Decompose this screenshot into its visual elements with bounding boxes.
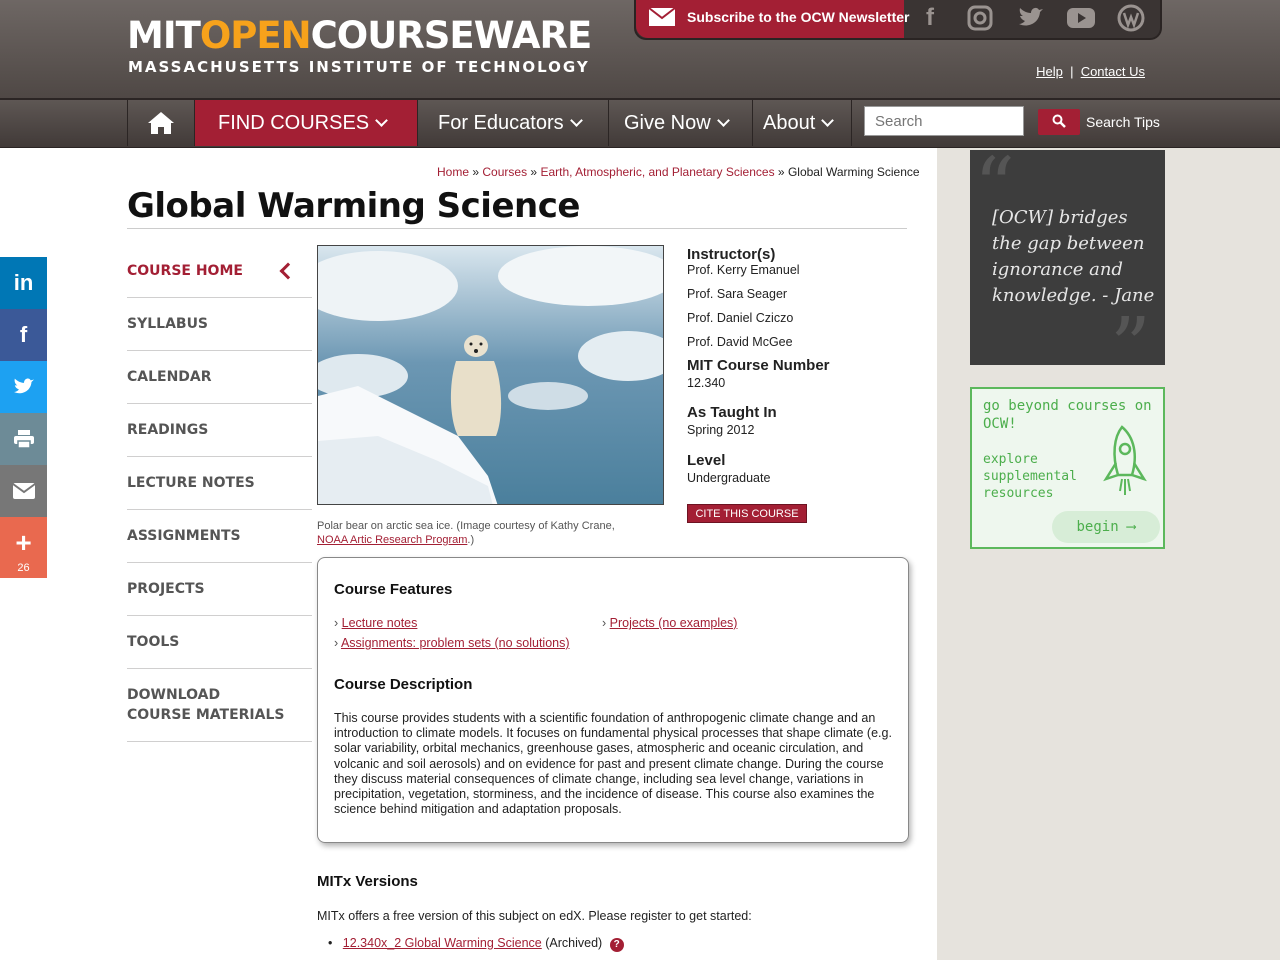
image-caption: Polar bear on arctic sea ice. (Image cou… [317, 520, 615, 546]
share-print[interactable] [0, 413, 47, 465]
help-icon[interactable]: ? [609, 938, 624, 952]
nav-for-educators[interactable]: For Educators [417, 100, 608, 146]
youtube-icon[interactable] [1063, 2, 1099, 34]
utility-bar: Subscribe to the OCW Newsletter f [634, 0, 1162, 40]
facebook-icon[interactable]: f [912, 2, 948, 34]
twitter-icon[interactable] [1013, 2, 1049, 34]
features-title: Course Features [334, 581, 453, 598]
nav-about[interactable]: About [752, 100, 852, 146]
home-button[interactable] [127, 100, 194, 146]
subscribe-label: Subscribe to the OCW Newsletter [687, 9, 910, 25]
subscribe-button[interactable]: Subscribe to the OCW Newsletter [636, 0, 909, 38]
share-facebook[interactable]: f [0, 309, 47, 361]
share-email[interactable] [0, 465, 47, 517]
search-input[interactable] [864, 106, 1024, 136]
level-label: Level [687, 452, 726, 469]
explore-text: explore supplemental resources [983, 452, 1077, 501]
main-nav: FIND COURSES For Educators Give Now Abou… [0, 100, 1280, 148]
search-tips-link[interactable]: Search Tips [1086, 114, 1160, 130]
feature-item: › Assignments: problem sets (no solution… [334, 636, 570, 650]
print-icon [13, 430, 34, 449]
title-divider [127, 228, 907, 229]
contact-link[interactable]: Contact Us [1081, 64, 1145, 79]
mitx-course-link[interactable]: 12.340x_2 Global Warming Science [343, 936, 542, 950]
course-nav-readings[interactable]: READINGS [127, 404, 312, 457]
home-icon [148, 112, 174, 134]
course-image [317, 245, 664, 505]
instructor-name: Prof. Kerry Emanuel [687, 263, 800, 277]
taught-term: Spring 2012 [687, 423, 755, 437]
mitx-text: MITx offers a free version of this subje… [317, 909, 752, 923]
rocket-icon [1103, 425, 1147, 495]
course-nav-lecture-notes[interactable]: LECTURE NOTES [127, 457, 312, 510]
instagram-icon[interactable] [962, 2, 998, 34]
begin-button[interactable]: begin ⟶ [1052, 511, 1160, 543]
feature-item: › Lecture notes [334, 616, 418, 630]
instructor-name: Prof. Sara Seager [687, 287, 788, 301]
level-value: Undergraduate [687, 471, 771, 485]
instructor-name: Prof. Daniel Cziczo [687, 311, 794, 325]
course-info: Instructor(s) Prof. Kerry Emanuel Prof. … [687, 246, 907, 485]
share-twitter[interactable] [0, 361, 47, 413]
ocw-logo[interactable]: MITOPENCOURSEWARE [127, 14, 592, 57]
feature-projects[interactable]: Projects (no examples) [610, 616, 738, 630]
noaa-link[interactable]: NOAA Artic Research Program [317, 534, 467, 546]
twitter-icon [13, 378, 34, 394]
course-nav-projects[interactable]: PROJECTS [127, 563, 312, 616]
chevron-left-icon [279, 262, 297, 280]
share-count: 26 [17, 562, 30, 574]
page-title: Global Warming Science [127, 186, 580, 226]
description-title: Course Description [334, 676, 473, 693]
chevron-down-icon [375, 114, 388, 127]
chevron-down-icon [821, 114, 835, 127]
breadcrumb-department[interactable]: Earth, Atmospheric, and Planetary Scienc… [540, 165, 774, 179]
breadcrumb-courses[interactable]: Courses [482, 165, 527, 179]
instructors-label: Instructor(s) [687, 246, 776, 263]
course-nav-tools[interactable]: TOOLS [127, 616, 312, 669]
quote-text: [OCW] bridges the gap between ignorance … [992, 207, 1155, 306]
nav-find-courses[interactable]: FIND COURSES [194, 100, 417, 146]
site-header: MITOPENCOURSEWARE MASSACHUSETTS INSTITUT… [0, 0, 1280, 100]
search-button[interactable] [1038, 109, 1080, 135]
feature-lecture-notes[interactable]: Lecture notes [342, 616, 418, 630]
cite-course-button[interactable]: CITE THIS COURSE [687, 504, 807, 523]
course-number-label: MIT Course Number [687, 357, 830, 374]
course-description: This course provides students with a sci… [334, 711, 892, 817]
mitx-list-item: • 12.340x_2 Global Warming Science (Arch… [328, 936, 624, 952]
instructor-name: Prof. David McGee [687, 335, 793, 349]
linkedin-icon: in [13, 270, 34, 295]
breadcrumb-home[interactable]: Home [437, 165, 469, 179]
course-nav: COURSE HOME SYLLABUS CALENDAR READINGS L… [127, 245, 312, 742]
course-nav-home[interactable]: COURSE HOME [127, 245, 312, 298]
feature-item: › Projects (no examples) [602, 616, 738, 630]
course-nav-download[interactable]: DOWNLOAD COURSE MATERIALS [127, 669, 312, 742]
nav-give-now[interactable]: Give Now [608, 100, 752, 146]
help-link[interactable]: Help [1036, 64, 1063, 79]
mitx-title: MITx Versions [317, 873, 418, 890]
breadcrumb: Home » Courses » Earth, Atmospheric, and… [437, 165, 920, 179]
envelope-icon [648, 7, 676, 26]
email-icon [11, 483, 36, 499]
wordpress-icon[interactable] [1113, 2, 1149, 34]
course-number: 12.340 [687, 376, 726, 390]
search-icon [1052, 114, 1066, 128]
taught-label: As Taught In [687, 404, 777, 421]
course-nav-calendar[interactable]: CALENDAR [127, 351, 312, 404]
go-beyond-banner[interactable]: go beyond courses on OCW! explore supple… [970, 387, 1165, 549]
chevron-down-icon [716, 114, 730, 127]
close-quote-icon: ” [1110, 300, 1151, 365]
chevron-down-icon [569, 114, 583, 127]
breadcrumb-current: Global Warming Science [787, 165, 920, 179]
feature-assignments[interactable]: Assignments: problem sets (no solutions) [341, 636, 570, 650]
course-nav-syllabus[interactable]: SYLLABUS [127, 298, 312, 351]
share-linkedin[interactable]: in [0, 257, 47, 309]
facebook-icon: f [19, 322, 28, 347]
plus-icon: + [15, 527, 32, 558]
quote-banner[interactable]: “ [OCW] bridges the gap between ignoranc… [970, 150, 1165, 365]
logo-subtitle: MASSACHUSETTS INSTITUTE OF TECHNOLOGY [128, 58, 590, 76]
course-features-box: Course Features › Lecture notes › Projec… [317, 557, 909, 843]
course-nav-assignments[interactable]: ASSIGNMENTS [127, 510, 312, 563]
help-links: Help | Contact Us [1036, 64, 1145, 79]
